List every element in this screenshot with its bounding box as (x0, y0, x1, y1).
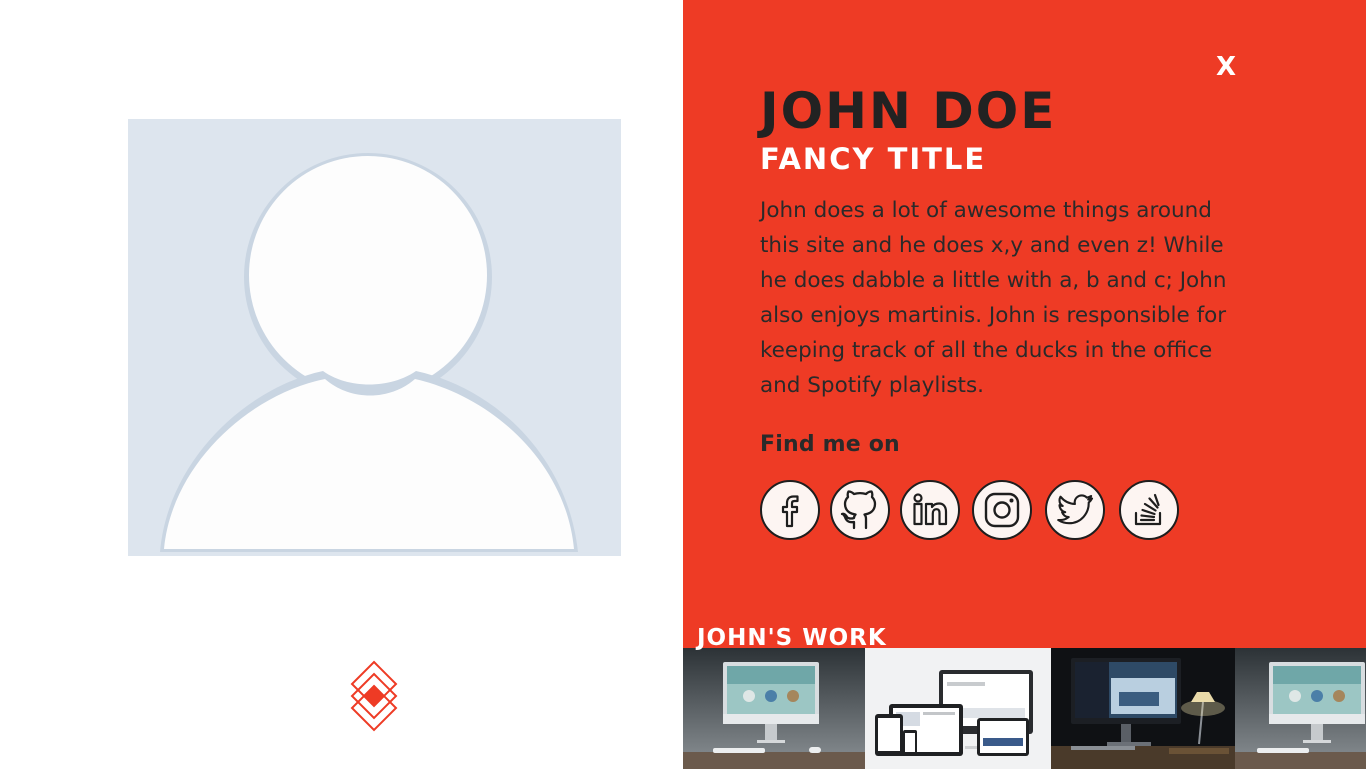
github-link[interactable] (830, 480, 890, 540)
twitter-icon (1057, 494, 1094, 525)
work-thumbnail-4[interactable] (1235, 648, 1366, 769)
profile-title: Fancy Title (760, 142, 987, 176)
twitter-link[interactable] (1045, 480, 1105, 540)
brand-logo-icon (346, 660, 402, 732)
instagram-icon (984, 492, 1020, 528)
desktop-mockup-image (683, 648, 865, 769)
profile-name: John Doe (760, 82, 1057, 140)
work-gallery (683, 648, 1366, 769)
instagram-link[interactable] (972, 480, 1032, 540)
left-pane (0, 0, 683, 769)
responsive-devices-image (865, 648, 1051, 769)
close-button[interactable]: X (1212, 50, 1240, 84)
stackoverflow-link[interactable] (1119, 480, 1179, 540)
profile-bio: John does a lot of awesome things around… (760, 198, 1227, 398)
work-thumbnail-2[interactable] (865, 648, 1051, 769)
find-me-label: Find me on (760, 432, 900, 457)
work-thumbnail-1[interactable] (683, 648, 865, 769)
desktop-mockup-image (1235, 648, 1366, 769)
linkedin-icon (913, 493, 948, 526)
stackoverflow-icon (1134, 493, 1162, 526)
work-thumbnail-3[interactable] (1051, 648, 1235, 769)
night-desk-image (1051, 648, 1235, 769)
facebook-link[interactable] (760, 480, 820, 540)
work-heading: John's Work (697, 625, 887, 651)
linkedin-link[interactable] (900, 480, 960, 540)
avatar (128, 119, 621, 556)
github-icon (840, 490, 877, 530)
avatar-placeholder-icon (128, 119, 621, 556)
facebook-icon (781, 495, 799, 528)
